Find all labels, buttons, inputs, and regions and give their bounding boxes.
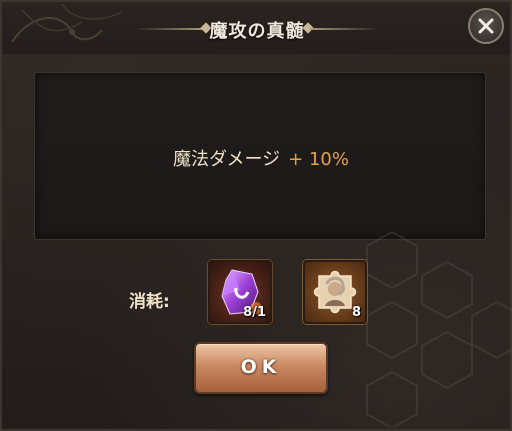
close-button[interactable] — [468, 8, 504, 44]
ok-label: OK — [240, 356, 282, 378]
dialog-header: 魔攻の真髄 — [2, 2, 510, 54]
dialog-title: 魔攻の真髄 — [209, 21, 305, 42]
cost-item-crystal[interactable]: 8/1 — [208, 260, 272, 324]
title-divider-left — [134, 28, 204, 30]
title-divider-right — [310, 28, 380, 30]
item-count-crystal: 8/1 — [243, 305, 266, 320]
hexagon-pattern-icon — [366, 230, 512, 427]
effect-panel: 魔法ダメージ + 10% — [34, 72, 486, 240]
enhancement-dialog: 魔攻の真髄 魔法ダメージ + 10% 消耗: 8/1 8 OK — [0, 0, 512, 431]
ok-button[interactable]: OK — [194, 342, 328, 394]
close-icon — [478, 18, 494, 34]
cost-label: 消耗: — [129, 292, 170, 312]
title-wrap: 魔攻の真髄 — [112, 12, 402, 46]
bonus-line: 魔法ダメージ + 10% — [35, 145, 487, 171]
bonus-value: + 10% — [288, 149, 349, 170]
cost-item-puzzle[interactable]: 8 — [303, 260, 367, 324]
item-count-puzzle: 8 — [351, 305, 361, 320]
bonus-label: 魔法ダメージ — [173, 149, 281, 170]
